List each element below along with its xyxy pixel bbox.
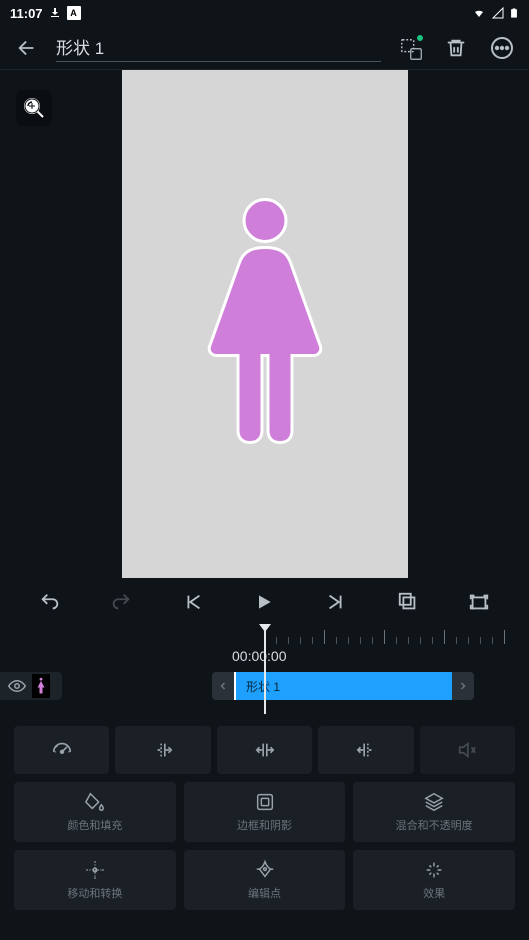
- border-shadow-label: 边框和阴影: [237, 817, 292, 833]
- blend-opacity-button[interactable]: 混合和不透明度: [353, 782, 515, 842]
- bucket-icon: [84, 791, 106, 813]
- header-bar: 形状 1: [0, 26, 529, 70]
- to-start-button[interactable]: [176, 585, 210, 619]
- page-title[interactable]: 形状 1: [56, 34, 381, 62]
- more-icon: [490, 36, 514, 60]
- border-icon: [254, 791, 276, 813]
- redo-button: [104, 585, 138, 619]
- canvas-area: [0, 70, 529, 580]
- skip-start-icon: [182, 591, 204, 613]
- more-button[interactable]: [485, 31, 519, 65]
- delete-button[interactable]: [439, 31, 473, 65]
- mute-tool: [420, 726, 515, 774]
- timeline[interactable]: 00:00:00 形状 1: [0, 624, 529, 720]
- effects-button[interactable]: 效果: [353, 850, 515, 910]
- trim-right-icon: [355, 739, 377, 761]
- play-button[interactable]: [247, 585, 281, 619]
- move-transform-button[interactable]: 移动和转换: [14, 850, 176, 910]
- fullscreen-icon: [468, 591, 490, 613]
- redo-icon: [110, 591, 132, 613]
- edit-points-label: 编辑点: [248, 885, 281, 901]
- timeline-clip[interactable]: 形状 1: [234, 672, 452, 700]
- timeline-ruler[interactable]: [264, 630, 529, 644]
- track-thumbnail: [32, 674, 50, 698]
- zoom-button[interactable]: [16, 90, 52, 126]
- layers-icon: [423, 791, 445, 813]
- panel-row-2: 移动和转换 编辑点 效果: [0, 846, 529, 914]
- frames-icon: [397, 591, 419, 613]
- fullscreen-button[interactable]: [462, 585, 496, 619]
- border-shadow-button[interactable]: 边框和阴影: [184, 782, 346, 842]
- chevron-right-icon: [457, 680, 469, 692]
- track-header[interactable]: [0, 672, 62, 700]
- arrow-left-icon: [16, 37, 38, 59]
- mute-icon: [456, 739, 478, 761]
- track-next[interactable]: [452, 672, 474, 700]
- blend-opacity-label: 混合和不透明度: [396, 817, 473, 833]
- download-icon: [49, 7, 61, 19]
- effects-label: 效果: [423, 885, 445, 901]
- canvas[interactable]: [122, 70, 408, 578]
- badge-dot: [415, 33, 425, 43]
- split-tool[interactable]: [217, 726, 312, 774]
- trim-left-icon: [152, 739, 174, 761]
- signal-icon: [491, 7, 505, 19]
- trim-left-tool[interactable]: [115, 726, 210, 774]
- copy-front-icon: [409, 47, 423, 61]
- split-icon: [254, 739, 276, 761]
- copy-button[interactable]: [393, 31, 427, 65]
- panel-row-1: 颜色和填充 边框和阴影 混合和不透明度: [0, 778, 529, 846]
- eye-icon[interactable]: [8, 677, 26, 695]
- edit-points-button[interactable]: 编辑点: [184, 850, 346, 910]
- move-icon: [84, 859, 106, 881]
- skip-end-icon: [325, 591, 347, 613]
- chevron-left-icon: [217, 680, 229, 692]
- playhead[interactable]: [264, 628, 266, 714]
- wifi-icon: [471, 7, 487, 19]
- sparkle-icon: [423, 859, 445, 881]
- back-button[interactable]: [10, 31, 44, 65]
- pen-icon: [254, 859, 276, 881]
- undo-icon: [39, 591, 61, 613]
- move-transform-label: 移动和转换: [67, 885, 122, 901]
- gauge-icon: [51, 739, 73, 761]
- frame-button[interactable]: [391, 585, 425, 619]
- color-fill-button[interactable]: 颜色和填充: [14, 782, 176, 842]
- magnifier-icon: [22, 96, 46, 120]
- edit-tools-row: [0, 720, 529, 778]
- transport-bar: [0, 580, 529, 624]
- status-bar: 11:07 A: [0, 0, 529, 26]
- to-end-button[interactable]: [319, 585, 353, 619]
- color-fill-label: 颜色和填充: [67, 817, 122, 833]
- timecode: 00:00:00: [232, 648, 287, 664]
- battery-icon: [509, 6, 519, 20]
- undo-button[interactable]: [33, 585, 67, 619]
- trash-icon: [445, 37, 467, 59]
- track-prev[interactable]: [212, 672, 234, 700]
- trim-right-tool[interactable]: [318, 726, 413, 774]
- shape-woman-icon[interactable]: [190, 194, 340, 454]
- status-time: 11:07: [10, 6, 43, 21]
- badge-a: A: [67, 6, 81, 20]
- play-icon: [254, 592, 274, 612]
- speed-tool[interactable]: [14, 726, 109, 774]
- clip-label: 形状 1: [246, 678, 280, 695]
